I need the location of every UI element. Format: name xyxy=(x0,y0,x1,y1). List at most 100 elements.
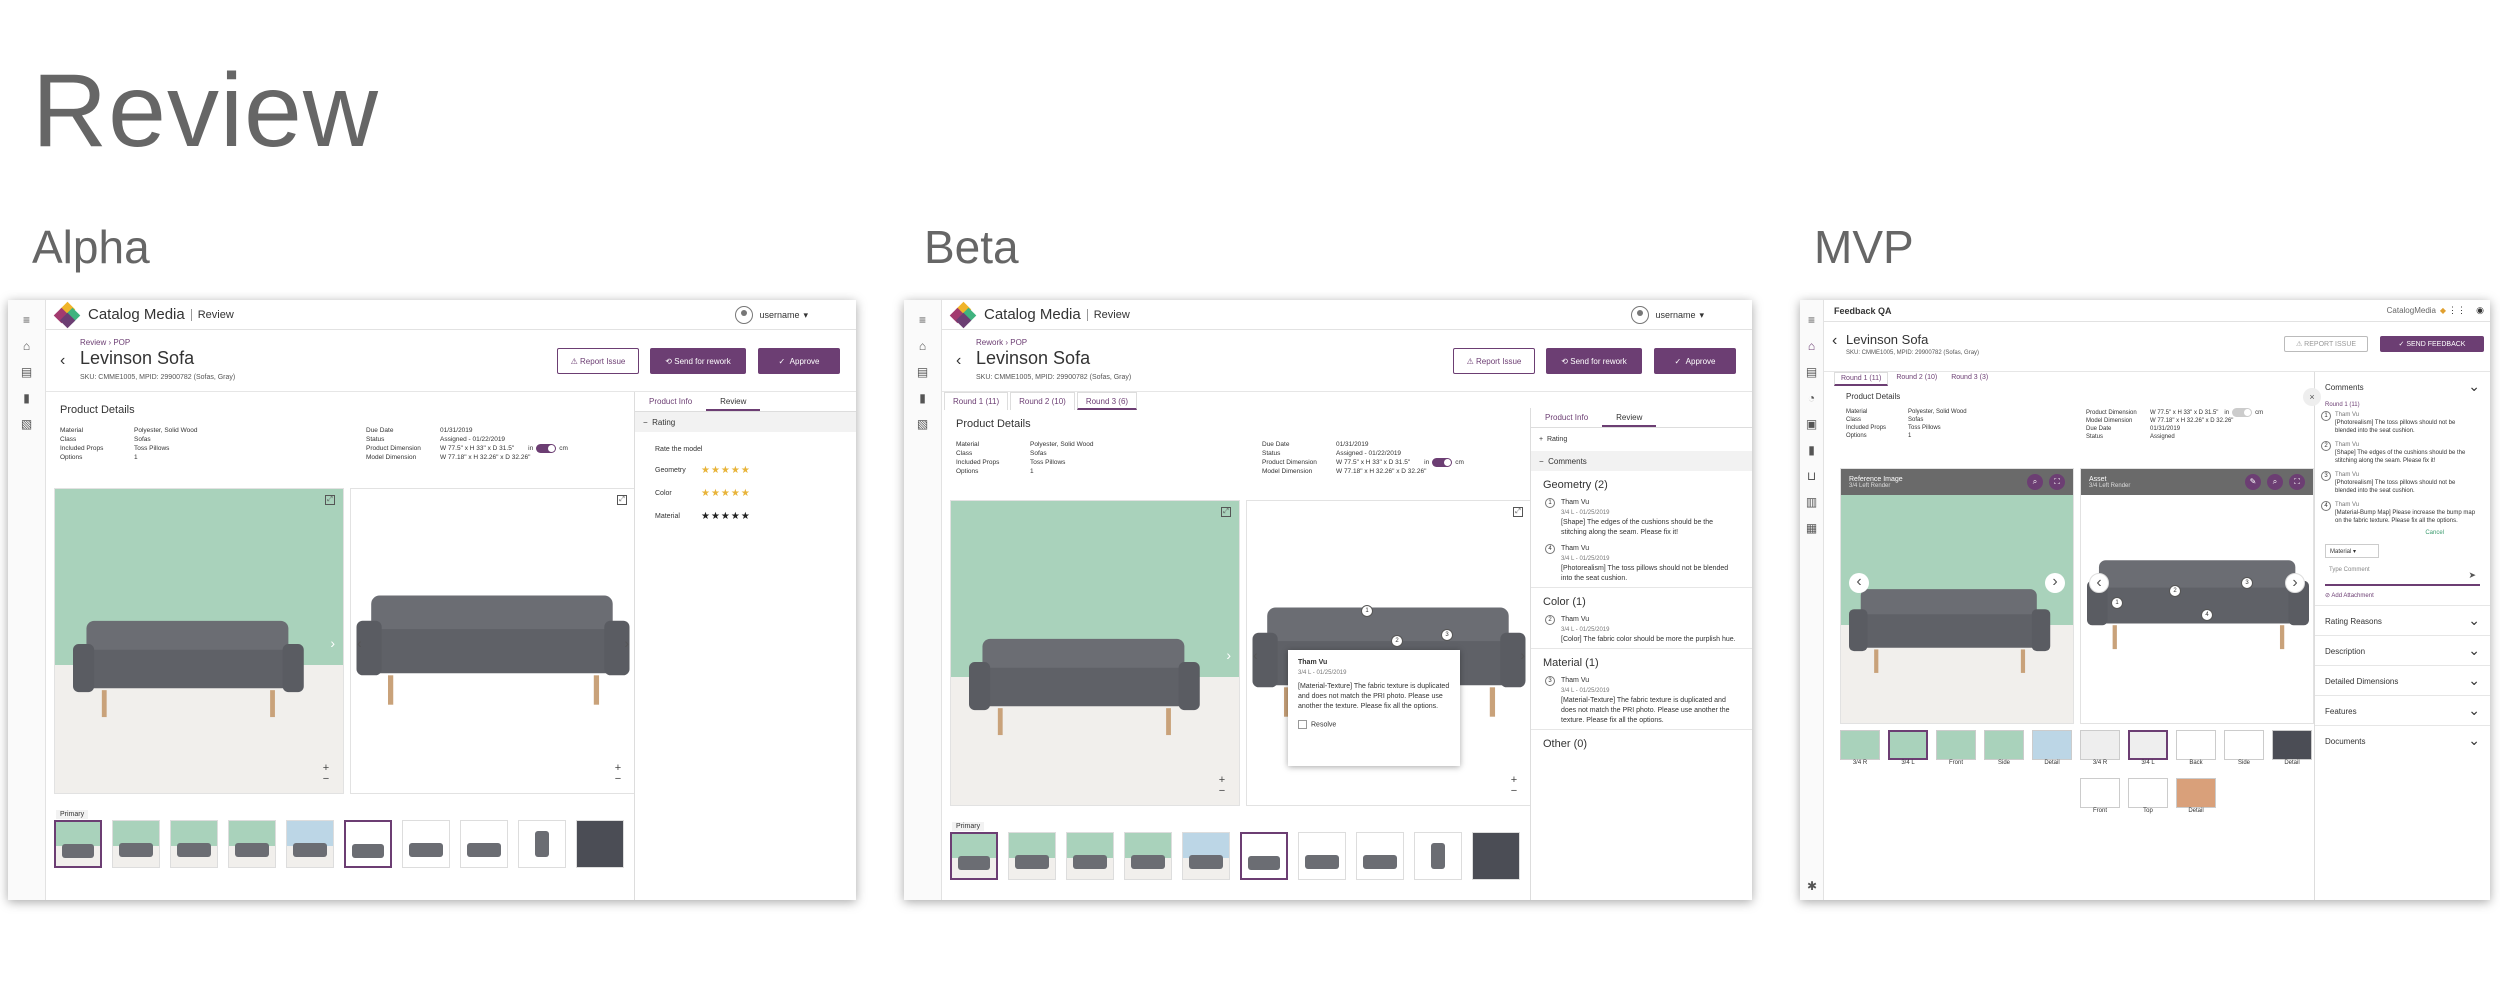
tab-review[interactable]: Review xyxy=(706,392,761,411)
thumbnail[interactable] xyxy=(1414,832,1462,880)
document-icon[interactable]: ▮ xyxy=(20,392,34,404)
asset-viewer[interactable]: Asset 3/4 Left Render ✎ ⌕ ⛶ 1 2 3 4 ‹ › xyxy=(2080,468,2314,724)
next-arrow-icon[interactable]: › xyxy=(1520,647,1525,663)
tab-product-info[interactable]: Product Info xyxy=(635,392,706,411)
comments-section[interactable]: − Comments xyxy=(1531,451,1752,471)
tab-round-1[interactable]: Round 1 (11) xyxy=(1834,372,1889,386)
comment-pin[interactable]: 4 xyxy=(2201,609,2213,621)
thumbnail[interactable]: 3/4 L xyxy=(2128,730,2168,766)
account-icon[interactable]: ◉ xyxy=(2476,305,2484,316)
rating-color[interactable]: Color ★★★★★ xyxy=(635,482,856,505)
approve-button[interactable]: ✓ Approve xyxy=(1654,348,1736,374)
next-arrow-icon[interactable]: › xyxy=(2045,573,2065,593)
box-icon[interactable]: ▥ xyxy=(1805,496,1819,508)
material-select[interactable]: Material ▾ xyxy=(2325,544,2379,558)
reference-viewer[interactable]: Reference Image 3/4 Left Render ⌕ ⛶ ‹ › xyxy=(1840,468,2074,724)
zoom-icon[interactable]: ⌕ xyxy=(2027,474,2043,490)
thumbnail[interactable]: Front xyxy=(1936,730,1976,766)
unit-toggle[interactable] xyxy=(1432,458,1453,467)
thumbnail[interactable] xyxy=(460,820,508,868)
tab-round-3[interactable]: Round 3 (3) xyxy=(1945,372,1995,386)
document-icon[interactable]: ▮ xyxy=(916,392,930,404)
zoom-controls[interactable]: + − xyxy=(1215,775,1229,797)
rating-section[interactable]: − Rating xyxy=(635,412,856,432)
thumbnail[interactable] xyxy=(1124,832,1172,880)
next-arrow-icon[interactable]: › xyxy=(1226,647,1231,663)
review-icon[interactable]: ▧ xyxy=(916,418,930,430)
prev-arrow-icon[interactable]: ‹ xyxy=(1849,573,1869,593)
back-arrow-icon[interactable]: ‹ xyxy=(1832,332,1837,350)
back-arrow-icon[interactable]: ‹ xyxy=(60,352,65,370)
comment-item[interactable]: 3 Tham Vu [Photorealism] The toss pillows … xyxy=(2315,468,2490,498)
unit-toggle[interactable] xyxy=(2232,408,2253,417)
breadcrumb[interactable]: Review › POP xyxy=(80,338,130,347)
image-icon[interactable]: ▣ xyxy=(1805,418,1819,430)
thumbnail[interactable]: Side xyxy=(2224,730,2264,766)
thumbnail[interactable] xyxy=(228,820,276,868)
send-for-rework-button[interactable]: ⟲ Send for rework xyxy=(650,348,746,374)
asset-viewer[interactable]: ⤢ ‹ › + − xyxy=(350,488,636,794)
home-icon[interactable]: ⌂ xyxy=(916,340,930,352)
thumbnail[interactable]: Detail xyxy=(2176,778,2216,814)
thumbnail[interactable]: Detail xyxy=(2272,730,2312,766)
fullscreen-icon[interactable]: ⛶ xyxy=(2049,474,2065,490)
approve-button[interactable]: ✓ Approve xyxy=(758,348,840,374)
comment-item[interactable]: 2 Tham Vu [Shape] The edges of the cushion… xyxy=(2315,438,2490,468)
resolve-checkbox[interactable]: Resolve xyxy=(1298,720,1450,730)
expand-icon[interactable]: ⤢ xyxy=(1513,507,1523,517)
report-issue-button[interactable]: ⚠ Report Issue xyxy=(1453,348,1535,374)
prev-arrow-icon[interactable]: ‹ xyxy=(2089,573,2109,593)
thumbnail[interactable] xyxy=(576,820,624,868)
accordion-description[interactable]: Description xyxy=(2315,635,2490,665)
send-for-rework-button[interactable]: ⟲ Send for rework xyxy=(1546,348,1642,374)
accordion-detailed-dimensions[interactable]: Detailed Dimensions xyxy=(2315,665,2490,695)
back-arrow-icon[interactable]: ‹ xyxy=(956,352,961,370)
zoom-controls[interactable]: + − xyxy=(611,763,625,785)
next-arrow-icon[interactable]: › xyxy=(624,635,629,651)
thumbnail[interactable] xyxy=(1298,832,1346,880)
comment-pin[interactable]: 2 xyxy=(1391,635,1403,647)
catalog-icon[interactable]: ▤ xyxy=(1805,366,1819,378)
user-menu[interactable]: username ▾ xyxy=(1631,306,1704,324)
home-icon[interactable]: ⌂ xyxy=(20,340,34,352)
comment-group-color[interactable]: Color (1) xyxy=(1531,587,1752,612)
thumbnail[interactable] xyxy=(1182,832,1230,880)
thumbnail[interactable]: 3/4 L xyxy=(1888,730,1928,766)
unit-toggle[interactable] xyxy=(536,444,557,453)
expand-icon[interactable]: ⤢ xyxy=(1221,507,1231,517)
settings-icon[interactable]: ✱ xyxy=(1805,880,1819,892)
menu-icon[interactable]: ≡ xyxy=(1805,314,1819,326)
comment-pin[interactable]: 1 xyxy=(2111,597,2123,609)
comment-pin[interactable]: 2 xyxy=(2169,585,2181,597)
comment-pin[interactable]: 3 xyxy=(2241,577,2253,589)
tab-review[interactable]: Review xyxy=(1602,408,1657,427)
thumbnail[interactable] xyxy=(1472,832,1520,880)
reference-viewer[interactable]: ⤢ › + − xyxy=(950,500,1240,806)
thumbnail[interactable]: Top xyxy=(2128,778,2168,814)
tab-round-2[interactable]: Round 2 (10) xyxy=(1010,392,1075,410)
zoom-controls[interactable]: + − xyxy=(319,763,333,785)
thumbnail[interactable]: 3/4 R xyxy=(2080,730,2120,766)
apps-grid-icon[interactable]: ⋮⋮ xyxy=(2448,305,2466,316)
user-menu[interactable]: username ▾ xyxy=(735,306,808,324)
comments-section[interactable]: Comments xyxy=(2315,372,2490,402)
bell-icon[interactable]: ◔ xyxy=(1805,392,1819,404)
tab-round-1[interactable]: Round 1 (11) xyxy=(944,392,1009,410)
thumbnail[interactable]: 3/4 R xyxy=(1840,730,1880,766)
comment-pin[interactable]: 3 xyxy=(1441,629,1453,641)
menu-icon[interactable]: ≡ xyxy=(20,314,34,326)
comment-pin[interactable]: 1 xyxy=(1361,605,1373,617)
thumbnail[interactable] xyxy=(518,820,566,868)
thumbnail[interactable] xyxy=(1008,832,1056,880)
rating-section[interactable]: + Rating xyxy=(1531,428,1752,451)
document-icon[interactable]: ▮ xyxy=(1805,444,1819,456)
cancel-link[interactable]: Cancel xyxy=(2315,528,2490,540)
tab-round-2[interactable]: Round 2 (10) xyxy=(1890,372,1944,386)
zoom-controls[interactable]: + − xyxy=(1507,775,1521,797)
comment-item[interactable]: 2 Tham Vu 3/4 L - 01/25/2019 [Color] The fa… xyxy=(1531,612,1752,648)
accordion-rating-reasons[interactable]: Rating Reasons xyxy=(2315,605,2490,635)
comment-item[interactable]: 4 Tham Vu 3/4 L - 01/25/2019 [Photorealism]… xyxy=(1531,541,1752,587)
comment-group-geometry[interactable]: Geometry (2) xyxy=(1531,471,1752,495)
thumbnail[interactable] xyxy=(402,820,450,868)
next-arrow-icon[interactable]: › xyxy=(2285,573,2305,593)
